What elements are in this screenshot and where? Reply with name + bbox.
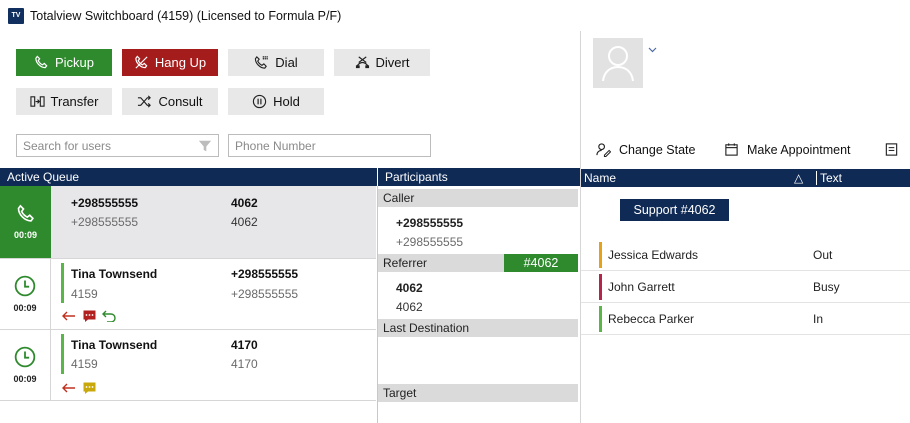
contacts-header[interactable]: Name △ Text (581, 169, 910, 187)
status-stripe (599, 242, 602, 268)
column-name[interactable]: Name (584, 171, 794, 185)
status-bar (61, 263, 64, 303)
transfer-button[interactable]: Transfer (16, 88, 112, 115)
number-sub: 4170 (231, 357, 258, 371)
status-stripe (599, 274, 602, 300)
contact-state: Out (813, 248, 833, 262)
make-appointment-label: Make Appointment (747, 142, 851, 157)
change-state-icon (596, 143, 611, 157)
call-time: 00:09 (13, 303, 37, 313)
filter-icon[interactable] (198, 139, 212, 153)
participant-referrer-sub: 4062 (396, 300, 423, 314)
search-users-input[interactable]: Search for users (16, 134, 219, 157)
consult-label: Consult (158, 94, 203, 109)
status-bar (61, 334, 64, 374)
phone-icon (35, 55, 48, 69)
dial-button[interactable]: Dial (228, 49, 324, 76)
number-main: +298555555 (231, 267, 299, 281)
participant-caller-main: +298555555 (396, 216, 464, 230)
queue-row[interactable]: 00:09 Tina Townsend 4159 +298555555 +298… (0, 259, 376, 330)
number-sub: 4062 (231, 215, 258, 229)
user-icon (602, 46, 634, 82)
sort-up-icon[interactable]: △ (794, 171, 816, 185)
group-chip[interactable]: Support #4062 (620, 199, 729, 221)
change-state-label: Change State (619, 142, 696, 157)
contact-name: Rebecca Parker (608, 312, 695, 326)
caller-name: Tina Townsend (71, 338, 158, 352)
participants-header: Participants (378, 168, 580, 186)
target-section: Target (378, 384, 578, 402)
transfer-icon (29, 96, 45, 107)
status-stripe (599, 306, 602, 332)
contact-state: In (813, 312, 824, 326)
pickup-label: Pickup (54, 55, 95, 70)
number-main: 4170 (231, 338, 258, 352)
contact-name: Jessica Edwards (608, 248, 699, 262)
shuffle-icon (138, 95, 152, 108)
divert-icon (355, 56, 369, 69)
phone-number-input[interactable]: Phone Number (228, 134, 431, 157)
arrow-left-icon (62, 311, 75, 321)
avatar[interactable] (593, 38, 643, 88)
panel-divider (580, 31, 581, 423)
call-time: 00:09 (13, 374, 37, 384)
chevron-down-icon[interactable] (648, 47, 657, 53)
call-badge: 00:09 (0, 330, 51, 400)
caller-sub: 4159 (71, 357, 98, 371)
phone-number-placeholder: Phone Number (235, 138, 316, 153)
caller-section: Caller (378, 189, 578, 207)
dial-label: Dial (275, 55, 298, 70)
consult-button[interactable]: Consult (122, 88, 218, 115)
hold-label: Hold (273, 94, 300, 109)
window-title: Totalview Switchboard (4159) (Licensed t… (30, 8, 342, 23)
caller-name: +298555555 (71, 196, 139, 210)
referrer-tag: #4062 (504, 254, 578, 272)
pickup-button[interactable]: Pickup (16, 49, 112, 76)
more-action[interactable] (884, 142, 899, 157)
call-badge: 00:09 (0, 259, 51, 329)
clock-icon (14, 346, 36, 368)
hangup-icon (135, 55, 148, 69)
note-icon (885, 143, 898, 156)
contact-row[interactable]: Jessica Edwards Out (581, 239, 910, 271)
call-badge: 00:09 (0, 186, 51, 258)
contact-row[interactable]: John Garrett Busy (581, 271, 910, 303)
active-queue-header: Active Queue (0, 168, 377, 186)
contact-name: John Garrett (608, 280, 675, 294)
contact-row[interactable]: Rebecca Parker In (581, 303, 910, 335)
hold-button[interactable]: Hold (228, 88, 324, 115)
number-main: 4062 (231, 196, 258, 210)
divert-label: Divert (375, 55, 410, 70)
calendar-icon (725, 143, 738, 156)
contact-state: Busy (813, 280, 840, 294)
arrow-left-icon (62, 383, 75, 393)
caller-sub: 4159 (71, 287, 98, 301)
message-icon (83, 310, 96, 322)
search-users-placeholder: Search for users (23, 138, 112, 153)
message-icon (83, 382, 96, 394)
participant-referrer-main: 4062 (396, 281, 423, 295)
return-icon (102, 310, 116, 322)
pause-icon (252, 94, 267, 109)
clock-icon (14, 275, 36, 297)
hangup-label: Hang Up (154, 55, 207, 70)
change-state-action[interactable]: Change State (596, 142, 695, 157)
caller-name: Tina Townsend (71, 267, 158, 281)
column-text[interactable]: Text (816, 171, 842, 185)
transfer-label: Transfer (50, 94, 99, 109)
hangup-button[interactable]: Hang Up (122, 49, 218, 76)
title-bar: TV Totalview Switchboard (4159) (License… (0, 0, 910, 31)
last-destination-section: Last Destination (378, 319, 578, 337)
participant-caller-sub: +298555555 (396, 235, 464, 249)
queue-row[interactable]: 00:09 Tina Townsend 4159 4170 4170 (0, 330, 376, 401)
dial-icon (255, 56, 269, 69)
divert-button[interactable]: Divert (334, 49, 430, 76)
number-sub: +298555555 (231, 287, 299, 301)
make-appointment-action[interactable]: Make Appointment (724, 142, 851, 157)
call-time: 00:09 (13, 230, 38, 240)
caller-sub: +298555555 (71, 215, 139, 229)
phone-icon (17, 204, 34, 222)
queue-row[interactable]: 00:09 +298555555 +298555555 4062 4062 (0, 186, 376, 259)
app-logo: TV (8, 7, 24, 24)
